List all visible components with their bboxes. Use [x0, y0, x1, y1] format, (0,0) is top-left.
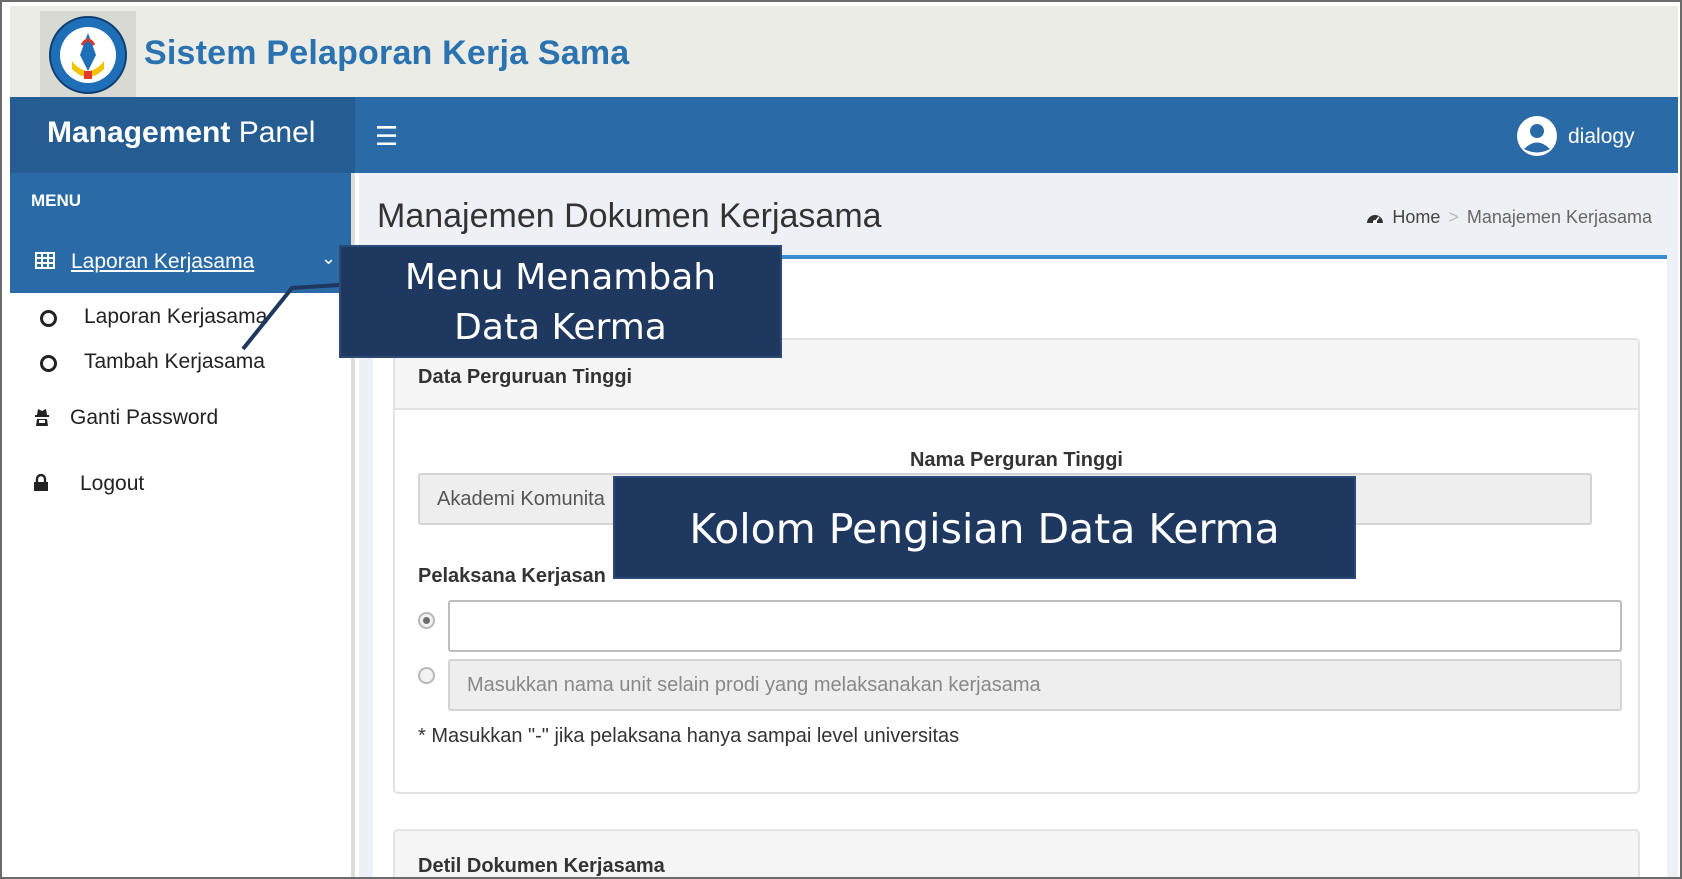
annotation-line-2: Data Kerma — [454, 307, 667, 348]
app-title: Sistem Pelaporan Kerja Sama — [144, 34, 630, 72]
pelaksana-hint: * Masukkan "-" jika pelaksana hanya samp… — [418, 725, 960, 747]
brand-bold: Management — [47, 116, 231, 149]
hamburger-icon[interactable]: ☰ — [375, 121, 398, 152]
unit-lain-input[interactable]: Masukkan nama unit selain prodi yang mel… — [448, 659, 1622, 711]
panel-detil-dokumen: Detil Dokumen Kerjasama — [393, 829, 1640, 877]
nama-perguruan-label: Nama Perguran Tinggi — [909, 449, 1123, 471]
breadcrumb-separator: > — [1448, 207, 1459, 227]
user-secret-icon — [35, 409, 49, 426]
radio-prodi[interactable] — [418, 612, 435, 629]
sidebar-item-laporan-kerjasama[interactable]: Laporan Kerjasama ⌄ — [10, 233, 351, 293]
submenu-label: Laporan Kerjasama — [84, 305, 268, 328]
dashboard-icon — [1367, 215, 1384, 224]
panel-title: Data Perguruan Tinggi — [418, 366, 633, 388]
annotation-menu-menambah: Menu Menambah Data Kerma — [339, 245, 782, 358]
chevron-down-icon[interactable]: ⌄ — [321, 248, 336, 269]
submenu-label: Tambah Kerjasama — [84, 350, 265, 373]
brand-panel-title[interactable]: Management Panel — [10, 97, 355, 173]
annotation-line-1: Menu Menambah — [404, 257, 717, 298]
sidebar-item-label: Logout — [80, 472, 145, 495]
radio-unit-lain[interactable] — [418, 667, 435, 684]
panel-title: Detil Dokumen Kerjasama — [418, 855, 665, 877]
top-navbar: ☰ dialogy — [355, 97, 1678, 173]
annotation-kolom-pengisian: Kolom Pengisian Data Kerma — [613, 476, 1356, 579]
page-title: Manajemen Dokumen Kerjasama — [377, 197, 882, 235]
circle-icon — [40, 310, 57, 327]
prodi-input[interactable] — [448, 600, 1622, 652]
user-avatar-icon[interactable] — [1517, 116, 1557, 156]
breadcrumb: Home > Manajemen Kerjasama — [1366, 207, 1652, 228]
app-window: Sistem Pelaporan Kerja Sama Management P… — [0, 0, 1682, 879]
top-banner: Sistem Pelaporan Kerja Sama — [10, 6, 1678, 99]
logo — [40, 11, 136, 99]
sidebar-item-label: Laporan Kerjasama — [71, 250, 255, 273]
breadcrumb-home[interactable]: Home — [1392, 207, 1440, 227]
breadcrumb-current: Manajemen Kerjasama — [1466, 207, 1652, 227]
pelaksana-label: Pelaksana Kerjasan — [418, 565, 606, 587]
user-name[interactable]: dialogy — [1568, 125, 1635, 149]
circle-icon — [40, 355, 57, 372]
table-icon — [35, 252, 55, 269]
brand-rest: Panel — [230, 116, 316, 149]
menu-label: MENU — [31, 191, 82, 210]
sidebar: MENU Laporan Kerjasama ⌄ Laporan Kerjasa… — [10, 173, 355, 877]
tut-wuri-handayani-logo-icon — [49, 16, 127, 94]
lock-icon — [34, 474, 48, 491]
sidebar-item-label: Ganti Password — [70, 406, 219, 429]
